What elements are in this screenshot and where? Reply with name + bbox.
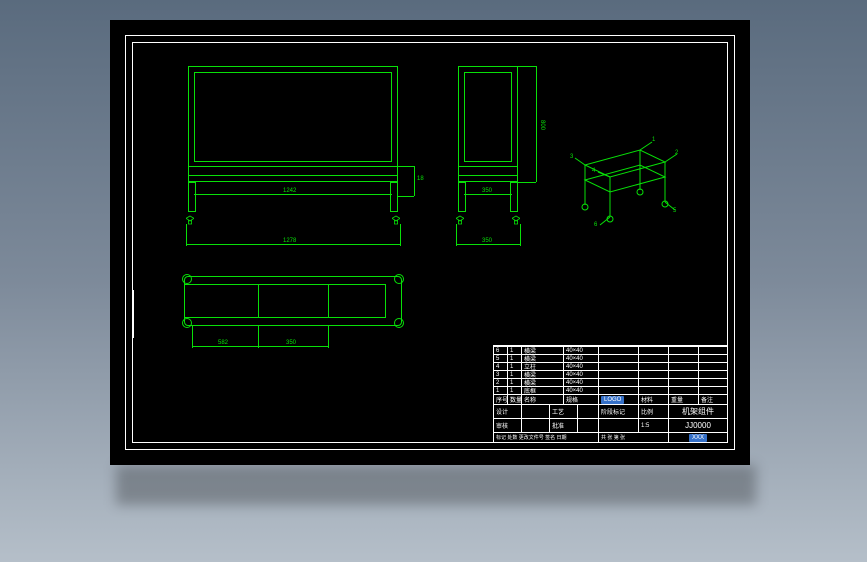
- side-strip: [132, 290, 142, 338]
- side-cell: [132, 326, 134, 338]
- dim-label: 1242: [283, 188, 296, 194]
- sheet-label: 共 张 第 张: [599, 433, 669, 442]
- field-check: 审核: [494, 419, 522, 432]
- dim-label: 582: [218, 340, 228, 346]
- hdr-spec: 规格: [564, 395, 599, 404]
- hdr-wt: 重量: [669, 395, 699, 404]
- iso-balloon: 1: [652, 137, 655, 143]
- foot-icon: [512, 212, 520, 222]
- hdr-no: 序号: [494, 395, 508, 404]
- iso-balloon: 3: [570, 154, 573, 160]
- iso-balloon: 4: [592, 168, 595, 174]
- dim-label: 800: [539, 120, 545, 130]
- parts-row: 61横梁40×40: [494, 346, 727, 354]
- stage-mark: 阶段标记: [599, 405, 639, 418]
- dim-label: 350: [482, 188, 492, 194]
- parts-row: 21横梁40×40: [494, 378, 727, 386]
- parts-row: 31横梁40×40: [494, 370, 727, 378]
- drawing-canvas: 1242 1278 18 350 350 800: [110, 20, 750, 465]
- dim-label: 1278: [283, 238, 296, 244]
- part-name: 机架组件: [669, 405, 727, 418]
- field-design: 设计: [494, 405, 522, 418]
- hdr-qty: 数量: [508, 395, 522, 404]
- title-block: 61横梁40×4051横梁40×4041立柱40×4031横梁40×4021横梁…: [493, 345, 728, 443]
- dim-label: 350: [482, 238, 492, 244]
- scale-value: 1:5: [639, 419, 669, 432]
- side-cell: [132, 302, 134, 314]
- parts-row: 51横梁40×40: [494, 354, 727, 362]
- dim-label: 18: [417, 176, 424, 182]
- side-cell: [132, 290, 134, 302]
- parts-row: 41立柱40×40: [494, 362, 727, 370]
- side-cell: [132, 314, 134, 326]
- drawing-no: JJ0000: [669, 419, 727, 432]
- isometric-view: 1 2 3 4 5 6: [570, 140, 680, 230]
- parts-row: 11底框40×40: [494, 386, 727, 394]
- sheet-shadow: [116, 465, 756, 505]
- scale-label: 比例: [639, 405, 669, 418]
- iso-svg: [570, 140, 680, 230]
- iso-balloon: 2: [675, 150, 678, 156]
- foot-icon: [456, 212, 464, 222]
- field-process: 工艺: [550, 405, 578, 418]
- tb-main-row2: 审核 批准 1:5 JJ0000: [494, 418, 727, 432]
- tb-main-row1: 设计 工艺 阶段标记 比例 机架组件: [494, 404, 727, 418]
- change-header: 标记 处数 更改文件号 签名 日期: [494, 433, 599, 442]
- foot-icon: [392, 212, 400, 222]
- hdr-mat: 材料: [639, 395, 669, 404]
- iso-balloon: 5: [673, 208, 676, 214]
- iso-balloon: 6: [594, 222, 597, 228]
- hdr-note: 备注: [699, 395, 727, 404]
- hdr-name: 名称: [522, 395, 564, 404]
- foot-icon: [186, 212, 194, 222]
- field-approve: 批准: [550, 419, 578, 432]
- company-logo: XXX: [689, 434, 707, 442]
- parts-header-row: 序号 数量 名称 规格 LOGO 材料 重量 备注: [494, 394, 727, 404]
- tb-main-row3: 标记 处数 更改文件号 签名 日期 共 张 第 张 XXX: [494, 432, 727, 442]
- logo-badge: LOGO: [601, 396, 624, 404]
- dim-label: 350: [286, 340, 296, 346]
